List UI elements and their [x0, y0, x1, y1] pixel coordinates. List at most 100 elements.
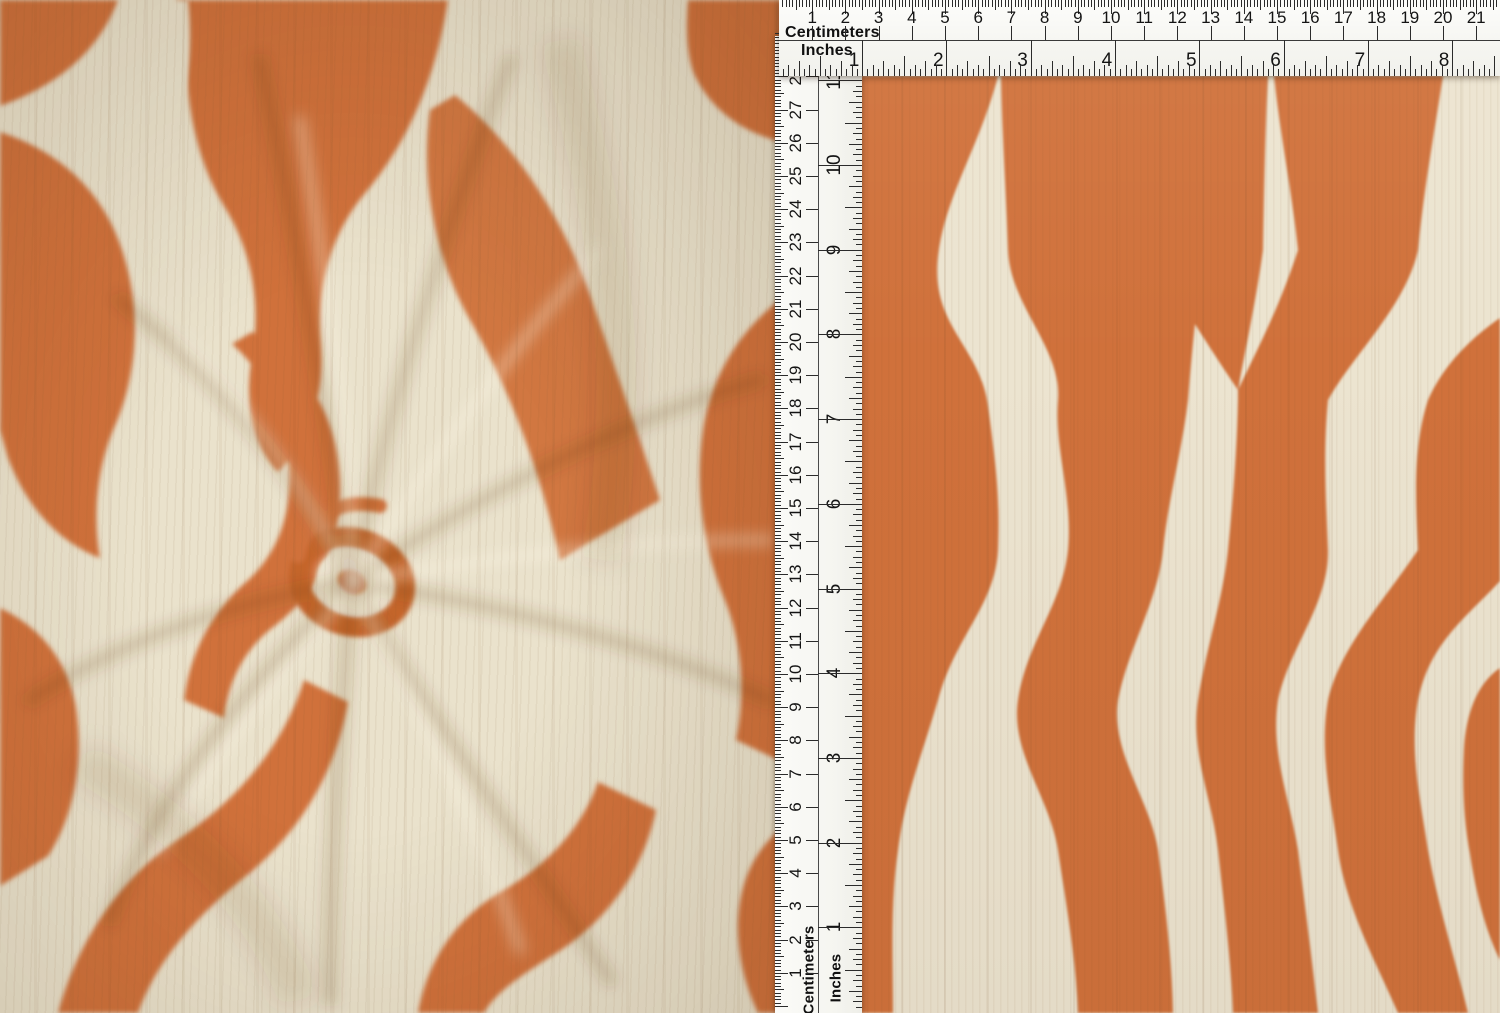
inch-tick	[849, 949, 862, 950]
cm-number-tick	[806, 209, 818, 210]
inch-tick	[1363, 69, 1364, 76]
cm-tick	[775, 701, 781, 702]
inch-tick	[845, 292, 862, 293]
cm-tick	[775, 468, 781, 469]
cm-tick	[775, 591, 784, 592]
cm-number-tick	[806, 143, 818, 144]
inch-tick	[856, 530, 862, 531]
cm-tick	[775, 382, 781, 383]
cm-tick	[1025, 0, 1026, 7]
inch-tick	[856, 329, 862, 330]
inch-tick	[946, 42, 947, 76]
cm-tick	[775, 754, 781, 755]
inch-tick	[856, 943, 862, 944]
inch-tick	[1199, 42, 1200, 76]
cm-tick	[918, 0, 919, 7]
cm-tick	[775, 159, 784, 160]
cm-tick	[775, 717, 781, 718]
cm-tick	[775, 203, 781, 204]
cm-tick	[1473, 0, 1474, 7]
cm-tick	[775, 349, 781, 350]
cm-tick	[1416, 0, 1417, 7]
cm-number-tick	[912, 26, 913, 40]
inch-tick	[849, 229, 862, 230]
cm-number: 3	[874, 8, 883, 28]
cm-tick	[775, 140, 781, 141]
cm-tick	[775, 282, 781, 283]
inch-tick	[853, 853, 862, 854]
inch-tick	[856, 636, 862, 637]
inch-tick	[856, 117, 862, 118]
cm-tick	[1320, 0, 1321, 7]
cm-tick	[775, 229, 781, 230]
inch-tick	[1436, 69, 1437, 76]
inch-tick	[856, 340, 862, 341]
inch-tick	[849, 821, 862, 822]
cm-tick	[775, 598, 781, 599]
inch-tick	[856, 361, 862, 362]
cm-tick	[775, 548, 781, 549]
inch-tick	[856, 604, 862, 605]
inch-tick	[856, 382, 862, 383]
cm-tick	[775, 322, 781, 323]
cm-tick	[775, 458, 784, 459]
cm-number: 12	[1168, 8, 1187, 28]
inch-tick	[1131, 69, 1132, 76]
cm-tick	[775, 505, 781, 506]
inch-tick	[849, 864, 862, 865]
cm-tick	[796, 0, 797, 10]
cm-tick	[775, 325, 784, 326]
inch-tick	[1015, 69, 1016, 76]
inch-tick	[853, 282, 862, 283]
cm-tick	[775, 518, 781, 519]
inch-tick	[1494, 56, 1495, 76]
inch-tick	[818, 165, 862, 166]
cm-tick	[865, 0, 866, 7]
cm-tick	[775, 737, 781, 738]
inch-tick	[856, 806, 862, 807]
cm-tick	[775, 647, 781, 648]
inch-tick	[999, 65, 1000, 76]
inch-tick	[849, 144, 862, 145]
inch-tick	[853, 91, 862, 92]
inch-tick	[856, 266, 862, 267]
inch-tick	[1089, 69, 1090, 76]
cm-tick	[775, 315, 781, 316]
cm-tick	[775, 259, 784, 260]
inch-tick	[1426, 69, 1427, 76]
inch-tick	[883, 61, 884, 76]
cm-tick	[1065, 0, 1066, 7]
inch-tick	[845, 377, 862, 378]
cm-tick	[775, 830, 781, 831]
inch-tick	[809, 65, 810, 76]
cm-tick	[775, 96, 781, 97]
cm-number-tick	[1078, 26, 1079, 40]
cm-tick	[775, 169, 781, 170]
cm-tick	[985, 0, 986, 7]
zebra-wave-pattern	[860, 76, 1500, 1013]
inch-tick	[856, 710, 862, 711]
inch-tick	[853, 366, 862, 367]
cm-tick	[1098, 0, 1099, 7]
cm-tick	[775, 252, 781, 253]
cm-number: 22	[786, 266, 806, 285]
cm-tick	[775, 644, 781, 645]
inch-tick	[857, 69, 858, 76]
inch-tick	[1094, 61, 1095, 76]
inch-tick	[867, 69, 868, 76]
cm-number-tick	[1111, 26, 1112, 40]
inch-tick	[983, 69, 984, 76]
cm-number: 6	[973, 8, 982, 28]
cm-tick	[1327, 0, 1328, 10]
inch-tick	[856, 763, 862, 764]
inch-tick	[856, 181, 862, 182]
cm-tick	[775, 790, 784, 791]
cm-tick	[1197, 0, 1198, 7]
cm-tick	[1480, 0, 1481, 7]
inch-tick	[856, 774, 862, 775]
cm-tick	[775, 369, 781, 370]
inch-tick	[957, 65, 958, 76]
cm-number: 21	[1467, 8, 1486, 28]
inch-tick	[849, 102, 862, 103]
cm-number: 9	[1073, 8, 1082, 28]
